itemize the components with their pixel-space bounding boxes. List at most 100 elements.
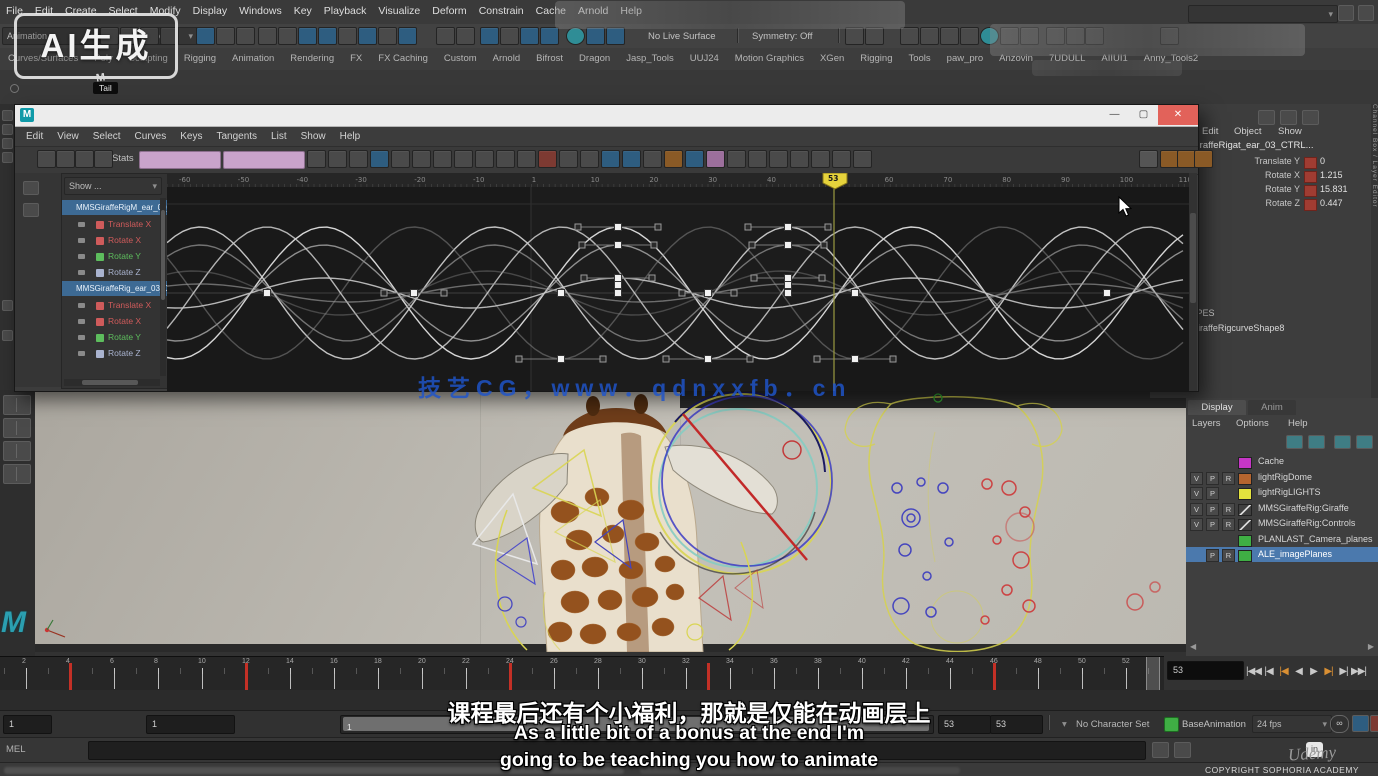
playback-button[interactable]: ▶| — [1321, 658, 1336, 686]
ge-tool-icon[interactable] — [94, 150, 113, 168]
toolbar-icon[interactable] — [278, 27, 297, 45]
layer-row[interactable]: VPRMMSGiraffeRig:Controls — [1186, 516, 1378, 531]
ge-menu-tangents[interactable]: Tangents — [209, 127, 264, 147]
ge-tool-icon[interactable] — [56, 150, 75, 168]
current-time-indicator[interactable] — [1146, 657, 1160, 691]
layer-mode-icon[interactable] — [1308, 435, 1325, 449]
graph-outliner[interactable]: Show ... MMSGiraffeRigM_ear_00_C...Trans… — [61, 173, 169, 389]
toolbar-icon[interactable] — [845, 27, 864, 45]
help-icon[interactable] — [1358, 5, 1374, 21]
current-frame-field[interactable]: 53 — [1167, 661, 1244, 680]
history-icon[interactable] — [1280, 110, 1297, 125]
menu-playback[interactable]: Playback — [318, 0, 373, 23]
layer-color-swatch[interactable] — [1238, 488, 1252, 500]
layer-playback-toggle[interactable]: P — [1206, 518, 1219, 531]
outliner-channel[interactable]: Rotate Y — [62, 330, 168, 345]
toolbar-icon[interactable] — [940, 27, 959, 45]
lock-icon[interactable] — [1338, 5, 1354, 21]
shelf-tab-dragon[interactable]: Dragon — [571, 48, 618, 69]
ge-tool-icon[interactable] — [517, 150, 536, 168]
ge-tool-icon[interactable] — [475, 150, 494, 168]
layout-shortcut-button[interactable] — [3, 418, 31, 438]
toolbar-icon[interactable] — [480, 27, 499, 45]
ge-tool-icon[interactable] — [391, 150, 410, 168]
character-set-icon[interactable] — [1258, 110, 1275, 125]
anim-start-field[interactable]: 1 — [146, 715, 235, 734]
wireframe-face-controls[interactable] — [845, 394, 1160, 652]
outliner-channel[interactable]: Translate X — [62, 217, 168, 232]
layer-color-swatch[interactable] — [1238, 504, 1252, 516]
layer-color-swatch[interactable] — [1238, 535, 1252, 547]
ge-menu-view[interactable]: View — [50, 127, 86, 147]
ge-tool-icon[interactable] — [685, 150, 704, 168]
tool-icon[interactable] — [2, 330, 13, 341]
layer-row[interactable]: PLANLAST_Camera_planes — [1186, 532, 1378, 547]
layer-color-swatch[interactable] — [1238, 550, 1252, 562]
ge-tool-icon[interactable] — [496, 150, 515, 168]
filter-icon[interactable] — [23, 203, 39, 217]
tab-anim[interactable]: Anim — [1248, 400, 1296, 415]
shelf-tab-fx-caching[interactable]: FX Caching — [370, 48, 436, 69]
cb-menu-edit[interactable]: Edit — [1202, 126, 1218, 137]
outliner-channel[interactable]: Translate X — [62, 298, 168, 313]
camera-icon[interactable] — [23, 181, 39, 195]
toolbar-icon[interactable] — [196, 27, 215, 45]
channel-value[interactable]: 0 — [1320, 156, 1325, 166]
channelbox-side-tab[interactable]: Channel Box / Layer Editor — [1371, 104, 1378, 398]
ge-tool-icon[interactable] — [538, 150, 557, 168]
toolbar-icon[interactable] — [566, 27, 585, 45]
ge-tool-icon[interactable] — [412, 150, 431, 168]
ge-tool-icon[interactable] — [601, 150, 620, 168]
layer-color-swatch[interactable] — [1238, 457, 1252, 469]
ge-tool-icon[interactable] — [832, 150, 851, 168]
menu-deform[interactable]: Deform — [426, 0, 472, 23]
layout-shortcut-button[interactable] — [3, 395, 31, 415]
viewport-panel[interactable] — [35, 392, 1188, 652]
outliner-channel[interactable]: Rotate X — [62, 314, 168, 329]
menu-key[interactable]: Key — [288, 0, 318, 23]
toolbar-icon[interactable] — [318, 27, 337, 45]
tool-icon[interactable] — [2, 138, 13, 149]
shelf-tab-rigging[interactable]: Rigging — [852, 48, 900, 69]
layer-row[interactable]: Cache — [1186, 454, 1378, 469]
shelf-tab-fx[interactable]: FX — [342, 48, 370, 69]
ge-tool-icon[interactable] — [853, 150, 872, 168]
ge-tool-icon[interactable] — [37, 150, 56, 168]
toolbar-icon[interactable] — [378, 27, 397, 45]
layer-mode-icon[interactable] — [1356, 435, 1373, 449]
toolbar-icon[interactable] — [236, 27, 255, 45]
time-slider[interactable]: 2468101214161820222426283032343638404244… — [0, 656, 1164, 691]
shelf-tab-rendering[interactable]: Rendering — [282, 48, 342, 69]
ge-tool-icon[interactable] — [664, 150, 683, 168]
character-set-menu[interactable]: No Character Set — [1076, 719, 1149, 730]
ge-tool-icon[interactable] — [75, 150, 94, 168]
shelf-tab-custom[interactable]: Custom — [436, 48, 485, 69]
ge-tool-icon[interactable] — [307, 150, 326, 168]
layer-render-toggle[interactable]: R — [1222, 503, 1235, 516]
toolbar-icon[interactable] — [258, 27, 277, 45]
layer-playback-toggle[interactable]: P — [1206, 487, 1219, 500]
ge-menu-select[interactable]: Select — [86, 127, 128, 147]
maximize-button[interactable]: ▢ — [1129, 105, 1158, 125]
anim-end-field[interactable]: 53 — [938, 715, 991, 734]
channel-value[interactable]: 15.831 — [1320, 184, 1348, 194]
ge-menu-curves[interactable]: Curves — [128, 127, 174, 147]
shelf-tab-animation[interactable]: Animation — [224, 48, 282, 69]
graph-vscrollbar[interactable] — [1189, 173, 1197, 391]
toolbar-icon[interactable] — [586, 27, 605, 45]
minimize-button[interactable]: — — [1100, 105, 1129, 125]
ge-tool-icon[interactable] — [790, 150, 809, 168]
playback-button[interactable]: |◀ — [1276, 658, 1291, 686]
toolbar-icon[interactable] — [920, 27, 939, 45]
toolbar-icon[interactable] — [520, 27, 539, 45]
loop-toggle-icon[interactable]: ∞ — [1330, 715, 1349, 733]
character-icon[interactable] — [1139, 150, 1158, 168]
help-menu[interactable]: Help — [1288, 418, 1308, 429]
playback-button[interactable]: ▶| — [1336, 658, 1351, 686]
toolbar-icon[interactable] — [338, 27, 357, 45]
toolbar-icon[interactable] — [436, 27, 455, 45]
prefs-icon[interactable] — [1370, 715, 1378, 732]
ge-menu-help[interactable]: Help — [333, 127, 368, 147]
toolbar-icon[interactable] — [960, 27, 979, 45]
tool-icon[interactable] — [2, 152, 13, 163]
